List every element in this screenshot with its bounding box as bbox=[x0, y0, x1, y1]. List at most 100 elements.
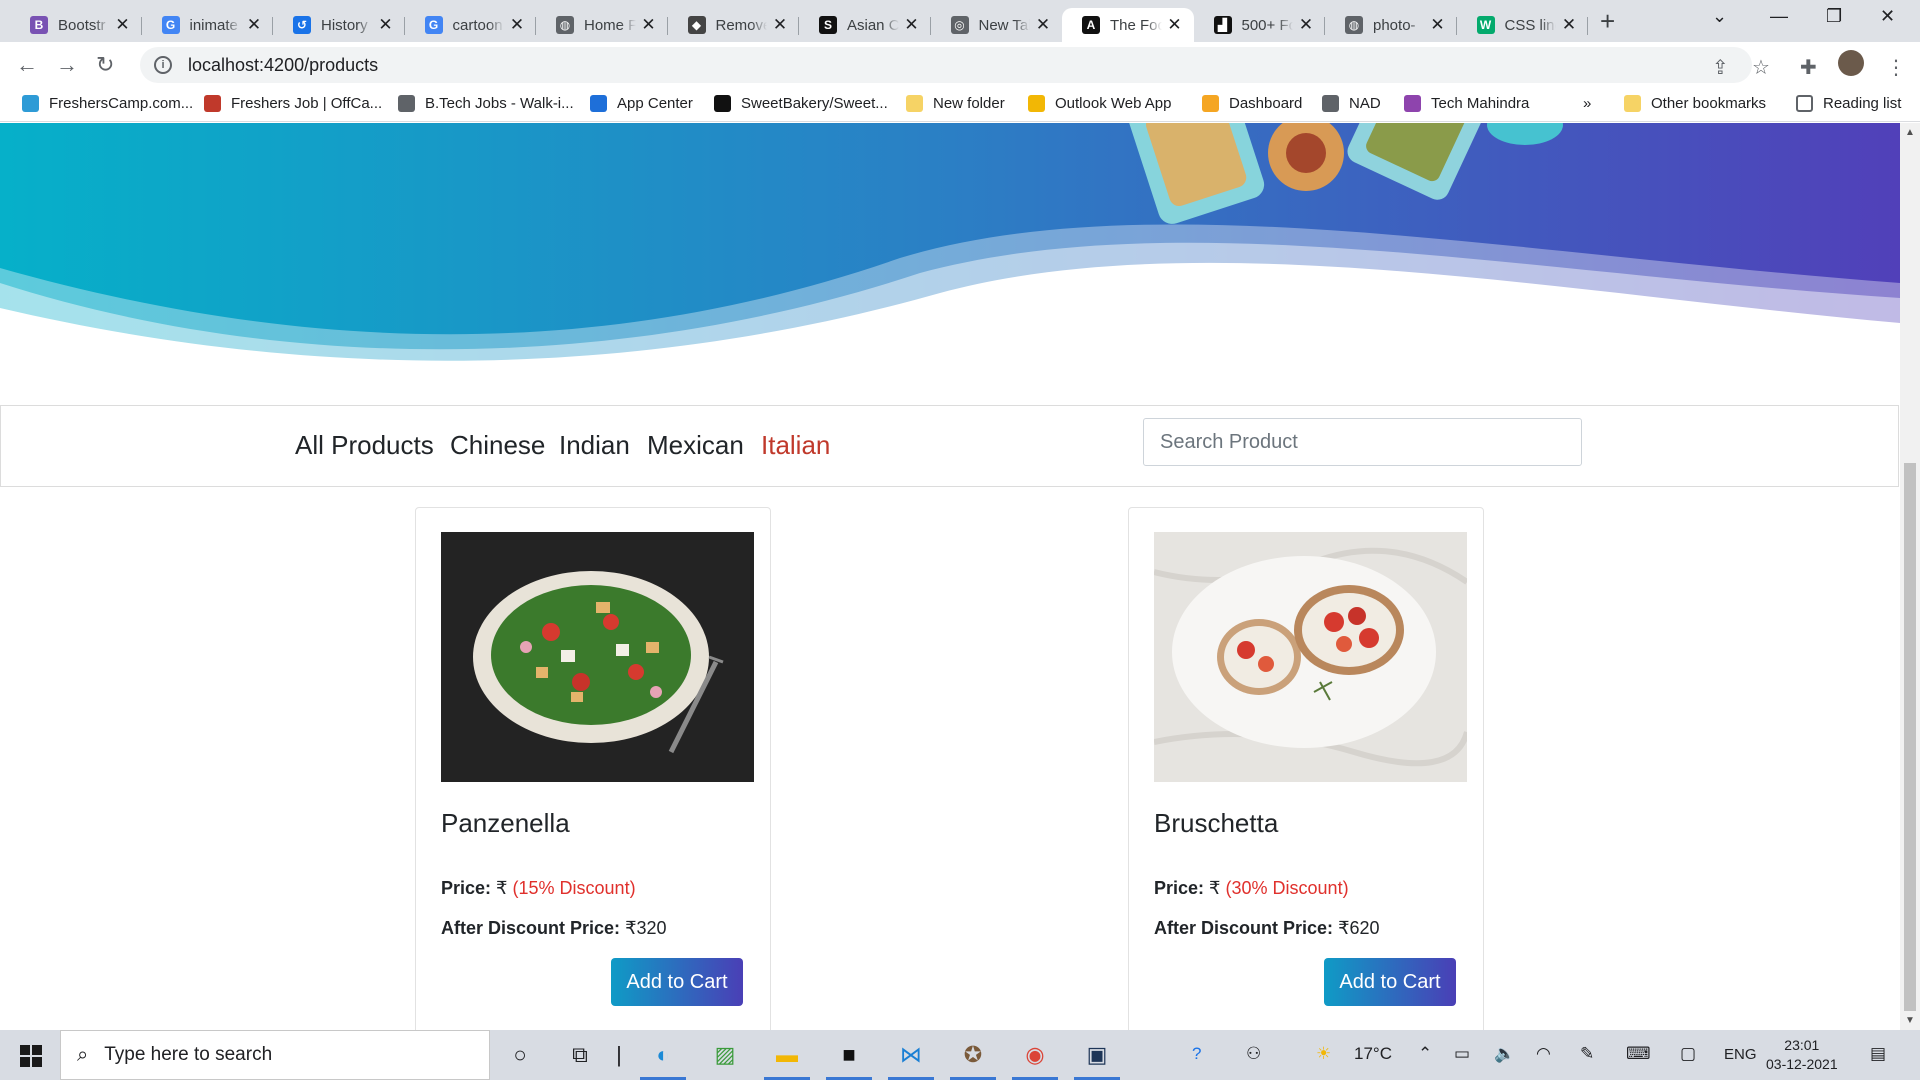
bookmark-fresherscamp-com[interactable]: FreshersCamp.com... bbox=[22, 95, 193, 112]
bookmark-tech-mahindra[interactable]: Tech Mahindra bbox=[1404, 95, 1529, 112]
page-scrollbar[interactable]: ▲ ▼ bbox=[1900, 123, 1920, 1030]
category-mexican[interactable]: Mexican bbox=[647, 430, 744, 461]
language-indicator[interactable]: ENG bbox=[1724, 1046, 1757, 1063]
product-card: Bruschetta Price: ₹ (30% Discount) After… bbox=[1128, 507, 1484, 1030]
other-bookmarks-label: Other bookmarks bbox=[1651, 95, 1767, 112]
more-bookmarks-button[interactable]: » bbox=[1583, 95, 1591, 112]
scrollbar-thumb[interactable] bbox=[1904, 463, 1916, 1011]
tab-separator bbox=[1587, 17, 1588, 35]
category-all-products[interactable]: All Products bbox=[295, 430, 434, 461]
minimize-button[interactable]: — bbox=[1770, 6, 1788, 27]
bookmark-outlook-web-app[interactable]: Outlook Web App bbox=[1028, 95, 1171, 112]
tab-history[interactable]: ↺ History ✕ bbox=[273, 8, 405, 42]
maximize-button[interactable]: ❐ bbox=[1826, 6, 1842, 27]
bookmark-label: App Center bbox=[617, 95, 693, 112]
close-tab-icon[interactable]: ✕ bbox=[1166, 15, 1184, 35]
tab-home-f[interactable]: ◍ Home F ✕ bbox=[536, 8, 668, 42]
help-icon[interactable]: ? bbox=[1192, 1044, 1201, 1064]
close-tab-icon[interactable]: ✕ bbox=[114, 15, 132, 35]
image-editor-icon[interactable]: ▨ bbox=[708, 1038, 742, 1072]
taskbar-clock[interactable]: 23:01 03-12-2021 bbox=[1766, 1036, 1838, 1074]
edge-icon[interactable]: ◐ bbox=[640, 1038, 686, 1080]
weather-temperature[interactable]: 17°C bbox=[1354, 1044, 1392, 1064]
tab-asian-c[interactable]: S Asian C ✕ bbox=[799, 8, 931, 42]
tab-cartoon[interactable]: Gcartoon ✕ bbox=[405, 8, 536, 42]
profile-avatar[interactable] bbox=[1838, 50, 1864, 76]
task-view-icon[interactable]: ⧉ bbox=[563, 1038, 597, 1072]
bookmark-dashboard[interactable]: Dashboard bbox=[1202, 95, 1302, 112]
tab-search-icon[interactable]: ⌄ bbox=[1712, 6, 1727, 27]
pen-icon[interactable]: ✎ bbox=[1580, 1044, 1594, 1064]
add-to-cart-button[interactable]: Add to Cart bbox=[1324, 958, 1456, 1006]
battery-icon[interactable]: ▭ bbox=[1454, 1044, 1470, 1064]
tab-bootstr[interactable]: B Bootstr ✕ bbox=[10, 8, 142, 42]
extensions-icon[interactable]: ✚ bbox=[1800, 55, 1817, 80]
close-tab-icon[interactable]: ✕ bbox=[245, 15, 263, 35]
file-explorer-icon[interactable]: ▬ bbox=[764, 1038, 810, 1080]
bookmark-favicon-icon bbox=[1322, 95, 1339, 112]
close-window-button[interactable]: ✕ bbox=[1880, 6, 1895, 27]
mysql-icon[interactable]: ▣ bbox=[1074, 1038, 1120, 1080]
cortana-icon[interactable]: ○ bbox=[503, 1038, 537, 1072]
site-info-icon[interactable]: i bbox=[154, 56, 172, 74]
search-product-input[interactable] bbox=[1143, 418, 1582, 466]
tab-css-line[interactable]: W CSS line✕ bbox=[1457, 8, 1588, 42]
tab-title: History bbox=[321, 16, 368, 34]
new-tab-button[interactable]: + bbox=[1600, 8, 1615, 34]
bookmark-new-folder[interactable]: New folder bbox=[906, 95, 1005, 112]
chevron-up-icon[interactable]: ⌃ bbox=[1418, 1044, 1432, 1064]
terminal-icon[interactable]: ■ bbox=[826, 1038, 872, 1080]
reading-list-button[interactable]: Reading list bbox=[1796, 95, 1901, 112]
volume-icon[interactable]: 🔈 bbox=[1494, 1044, 1515, 1064]
bookmark-freshers-job-offca[interactable]: Freshers Job | OffCa... bbox=[204, 95, 382, 112]
menu-icon[interactable]: ⋮ bbox=[1886, 55, 1906, 80]
tab-inimate[interactable]: Ginimate ✕ bbox=[142, 8, 273, 42]
bookmark-sweetbakery-sweet[interactable]: SweetBakery/Sweet... bbox=[714, 95, 888, 112]
close-tab-icon[interactable]: ✕ bbox=[1560, 15, 1578, 35]
bookmark-star-icon[interactable]: ☆ bbox=[1752, 55, 1770, 80]
tab-photo[interactable]: ◍ photo- ✕ bbox=[1325, 8, 1457, 42]
reload-icon[interactable]: ↻ bbox=[96, 52, 114, 78]
weather-icon[interactable]: ☀ bbox=[1316, 1044, 1331, 1064]
close-tab-icon[interactable]: ✕ bbox=[1297, 15, 1315, 35]
close-tab-icon[interactable]: ✕ bbox=[1034, 15, 1052, 35]
tab-the-foc[interactable]: A The Foc ✕ bbox=[1062, 8, 1194, 42]
category-indian[interactable]: Indian bbox=[559, 430, 630, 461]
people-icon[interactable]: ⚇ bbox=[1246, 1044, 1261, 1064]
url-text[interactable]: localhost:4200/products bbox=[188, 55, 378, 76]
address-bar[interactable]: i localhost:4200/products bbox=[140, 47, 1752, 83]
windows-start-icon[interactable] bbox=[20, 1045, 42, 1067]
display-icon[interactable]: ▢ bbox=[1680, 1044, 1696, 1064]
taskbar-search-box[interactable]: ⌕ Type here to search bbox=[60, 1030, 490, 1080]
bookmark-favicon-icon bbox=[1404, 95, 1421, 112]
close-tab-icon[interactable]: ✕ bbox=[1429, 15, 1447, 35]
category-italian[interactable]: Italian bbox=[761, 430, 830, 461]
bookmark-b-tech-jobs-walk-i[interactable]: B.Tech Jobs - Walk-i... bbox=[398, 95, 574, 112]
vscode-icon[interactable]: ⋈ bbox=[888, 1038, 934, 1080]
scroll-up-icon[interactable]: ▲ bbox=[1905, 127, 1915, 138]
close-tab-icon[interactable]: ✕ bbox=[640, 15, 658, 35]
close-tab-icon[interactable]: ✕ bbox=[903, 15, 921, 35]
tab-new-tal[interactable]: ◎ New Tal ✕ bbox=[931, 8, 1063, 42]
bookmark-app-center[interactable]: App Center bbox=[590, 95, 693, 112]
bookmark-favicon-icon bbox=[906, 95, 923, 112]
game-app-icon[interactable]: ✪ bbox=[950, 1038, 996, 1080]
tab-remove[interactable]: ◆ Remove ✕ bbox=[668, 8, 799, 42]
share-icon[interactable]: ⇪ bbox=[1712, 55, 1729, 80]
add-to-cart-button[interactable]: Add to Cart bbox=[611, 958, 743, 1006]
category-chinese[interactable]: Chinese bbox=[450, 430, 545, 461]
other-bookmarks-folder[interactable]: Other bookmarks bbox=[1624, 95, 1766, 112]
back-icon[interactable]: ← bbox=[16, 52, 38, 78]
bookmark-nad[interactable]: NAD bbox=[1322, 95, 1381, 112]
close-tab-icon[interactable]: ✕ bbox=[377, 15, 395, 35]
tab-strip: + ⌄ — ❐ ✕ B Bootstr ✕ Ginimate ✕ ↺ History ✕ Gca… bbox=[0, 0, 1920, 42]
keyboard-icon[interactable]: ⌨ bbox=[1626, 1044, 1651, 1064]
chrome-icon[interactable]: ◉ bbox=[1012, 1038, 1058, 1080]
close-tab-icon[interactable]: ✕ bbox=[771, 15, 789, 35]
wifi-icon[interactable]: ◠ bbox=[1536, 1044, 1551, 1064]
notifications-icon[interactable]: ▤ bbox=[1870, 1044, 1886, 1064]
forward-icon[interactable]: → bbox=[56, 52, 78, 78]
close-tab-icon[interactable]: ✕ bbox=[508, 15, 526, 35]
tab-500-fc[interactable]: ▟ 500+ Fc ✕ bbox=[1194, 8, 1325, 42]
scroll-down-icon[interactable]: ▼ bbox=[1905, 1015, 1915, 1026]
